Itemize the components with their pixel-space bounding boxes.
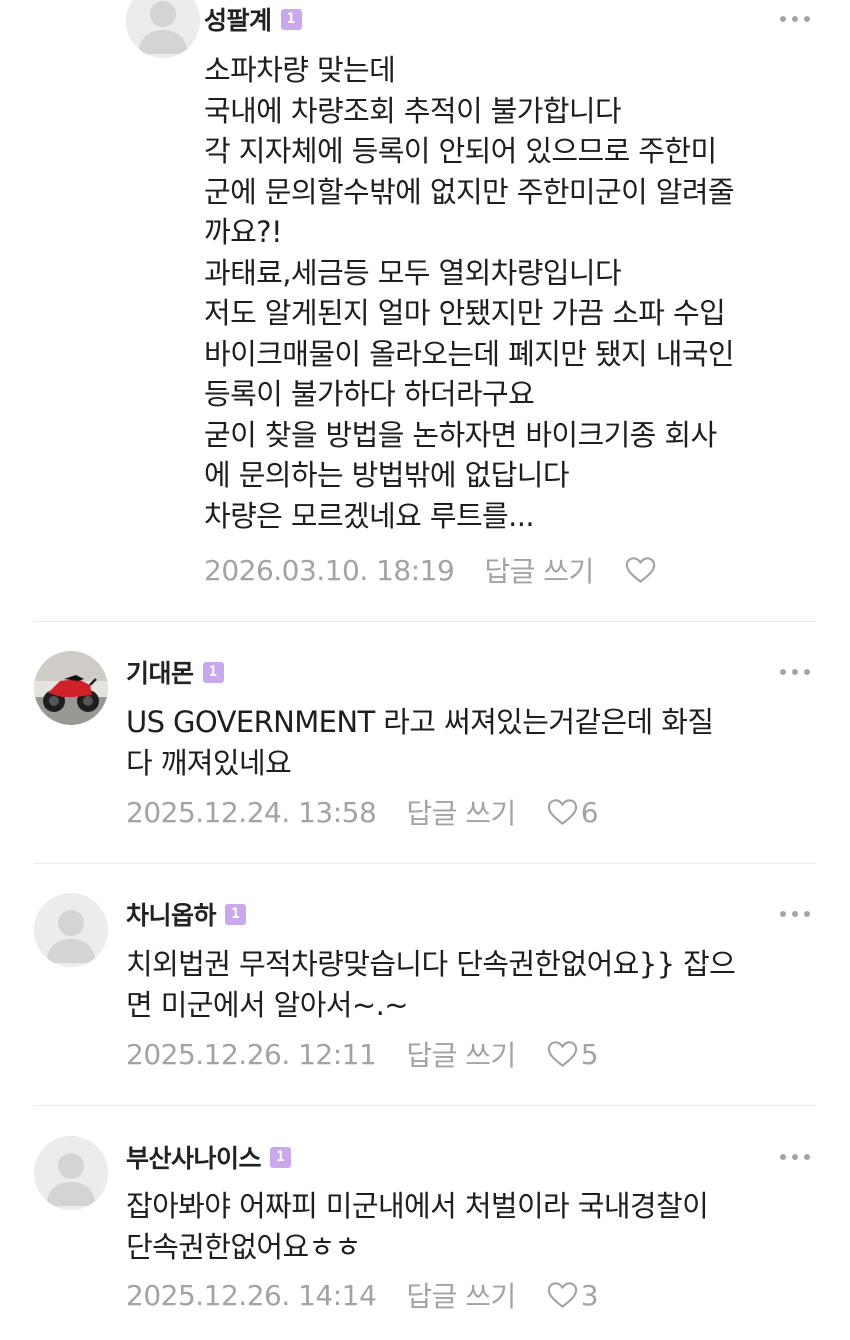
divider — [34, 863, 816, 864]
comment-date: 2025.12.26. 12:11 — [126, 1037, 377, 1071]
comment-meta: 2025.12.26. 14:14 답글 쓰기 3 — [126, 1275, 599, 1315]
like-button[interactable] — [624, 555, 659, 585]
avatar[interactable] — [34, 651, 108, 725]
heart-outline-icon — [625, 557, 655, 583]
level-badge: 1 — [225, 903, 247, 925]
reply-button[interactable]: 답글 쓰기 — [406, 1275, 516, 1315]
like-button[interactable]: 5 — [546, 1037, 599, 1071]
avatar[interactable] — [126, 0, 200, 58]
more-dots-icon[interactable] — [780, 14, 810, 24]
heart-outline-icon — [547, 1041, 577, 1067]
comment-meta: 2026.03.10. 18:19 답글 쓰기 — [204, 550, 659, 590]
comment-date: 2025.12.26. 14:14 — [126, 1278, 377, 1312]
divider — [34, 621, 816, 622]
author-row: 부산사나이스 1 — [126, 1139, 292, 1175]
reply-button[interactable]: 답글 쓰기 — [484, 550, 594, 590]
comment-text: US GOVERNMENT 라고 써져있는거같은데 화질 다 깨져있네요 — [126, 705, 714, 780]
comment-text: 소파차량 맞는데 국내에 차량조회 추적이 불가합니다 각 지자체에 등록이 안… — [204, 53, 735, 533]
comment-text: 치외법권 무적차량맞습니다 단속권한없어요}} 잡으 면 미군에서 알아서~.~ — [126, 947, 736, 1022]
like-count: 5 — [580, 1037, 599, 1071]
author-name[interactable]: 기대몬 — [126, 654, 194, 690]
author-row: 차니옵하 1 — [126, 896, 247, 932]
comment-meta: 2025.12.24. 13:58 답글 쓰기 6 — [126, 792, 599, 832]
motorcycle-photo — [34, 651, 108, 725]
reply-button[interactable]: 답글 쓰기 — [406, 1034, 516, 1074]
comment-meta: 2025.12.26. 12:11 답글 쓰기 5 — [126, 1034, 599, 1074]
avatar[interactable] — [34, 1136, 108, 1210]
person-silhouette-icon — [126, 0, 200, 58]
author-name[interactable]: 부산사나이스 — [126, 1139, 262, 1175]
comment-text: 잡아봐야 어짜피 미군내에서 처벌이라 국내경찰이 단속권한없어요ㅎㅎ — [126, 1189, 709, 1264]
more-dots-icon[interactable] — [780, 909, 810, 919]
author-name[interactable]: 차니옵하 — [126, 896, 217, 932]
like-count: 3 — [580, 1278, 599, 1312]
comment-date: 2025.12.24. 13:58 — [126, 795, 377, 829]
author-row: 기대몬 1 — [126, 655, 224, 689]
heart-outline-icon — [547, 799, 577, 825]
level-badge: 1 — [280, 8, 302, 30]
divider — [34, 1105, 816, 1106]
like-button[interactable]: 6 — [546, 795, 599, 829]
like-button[interactable]: 3 — [546, 1278, 599, 1312]
author-name[interactable]: 성팔계 — [204, 1, 272, 37]
comment-date: 2026.03.10. 18:19 — [204, 553, 455, 587]
heart-outline-icon — [547, 1282, 577, 1308]
person-silhouette-icon — [34, 893, 108, 967]
like-count: 6 — [580, 795, 599, 829]
avatar[interactable] — [34, 893, 108, 967]
person-silhouette-icon — [34, 1136, 108, 1210]
author-row: 성팔계 1 — [204, 2, 302, 36]
reply-button[interactable]: 답글 쓰기 — [406, 792, 516, 832]
level-badge: 1 — [202, 661, 224, 683]
level-badge: 1 — [270, 1146, 292, 1168]
more-dots-icon[interactable] — [780, 667, 810, 677]
more-dots-icon[interactable] — [780, 1152, 810, 1162]
